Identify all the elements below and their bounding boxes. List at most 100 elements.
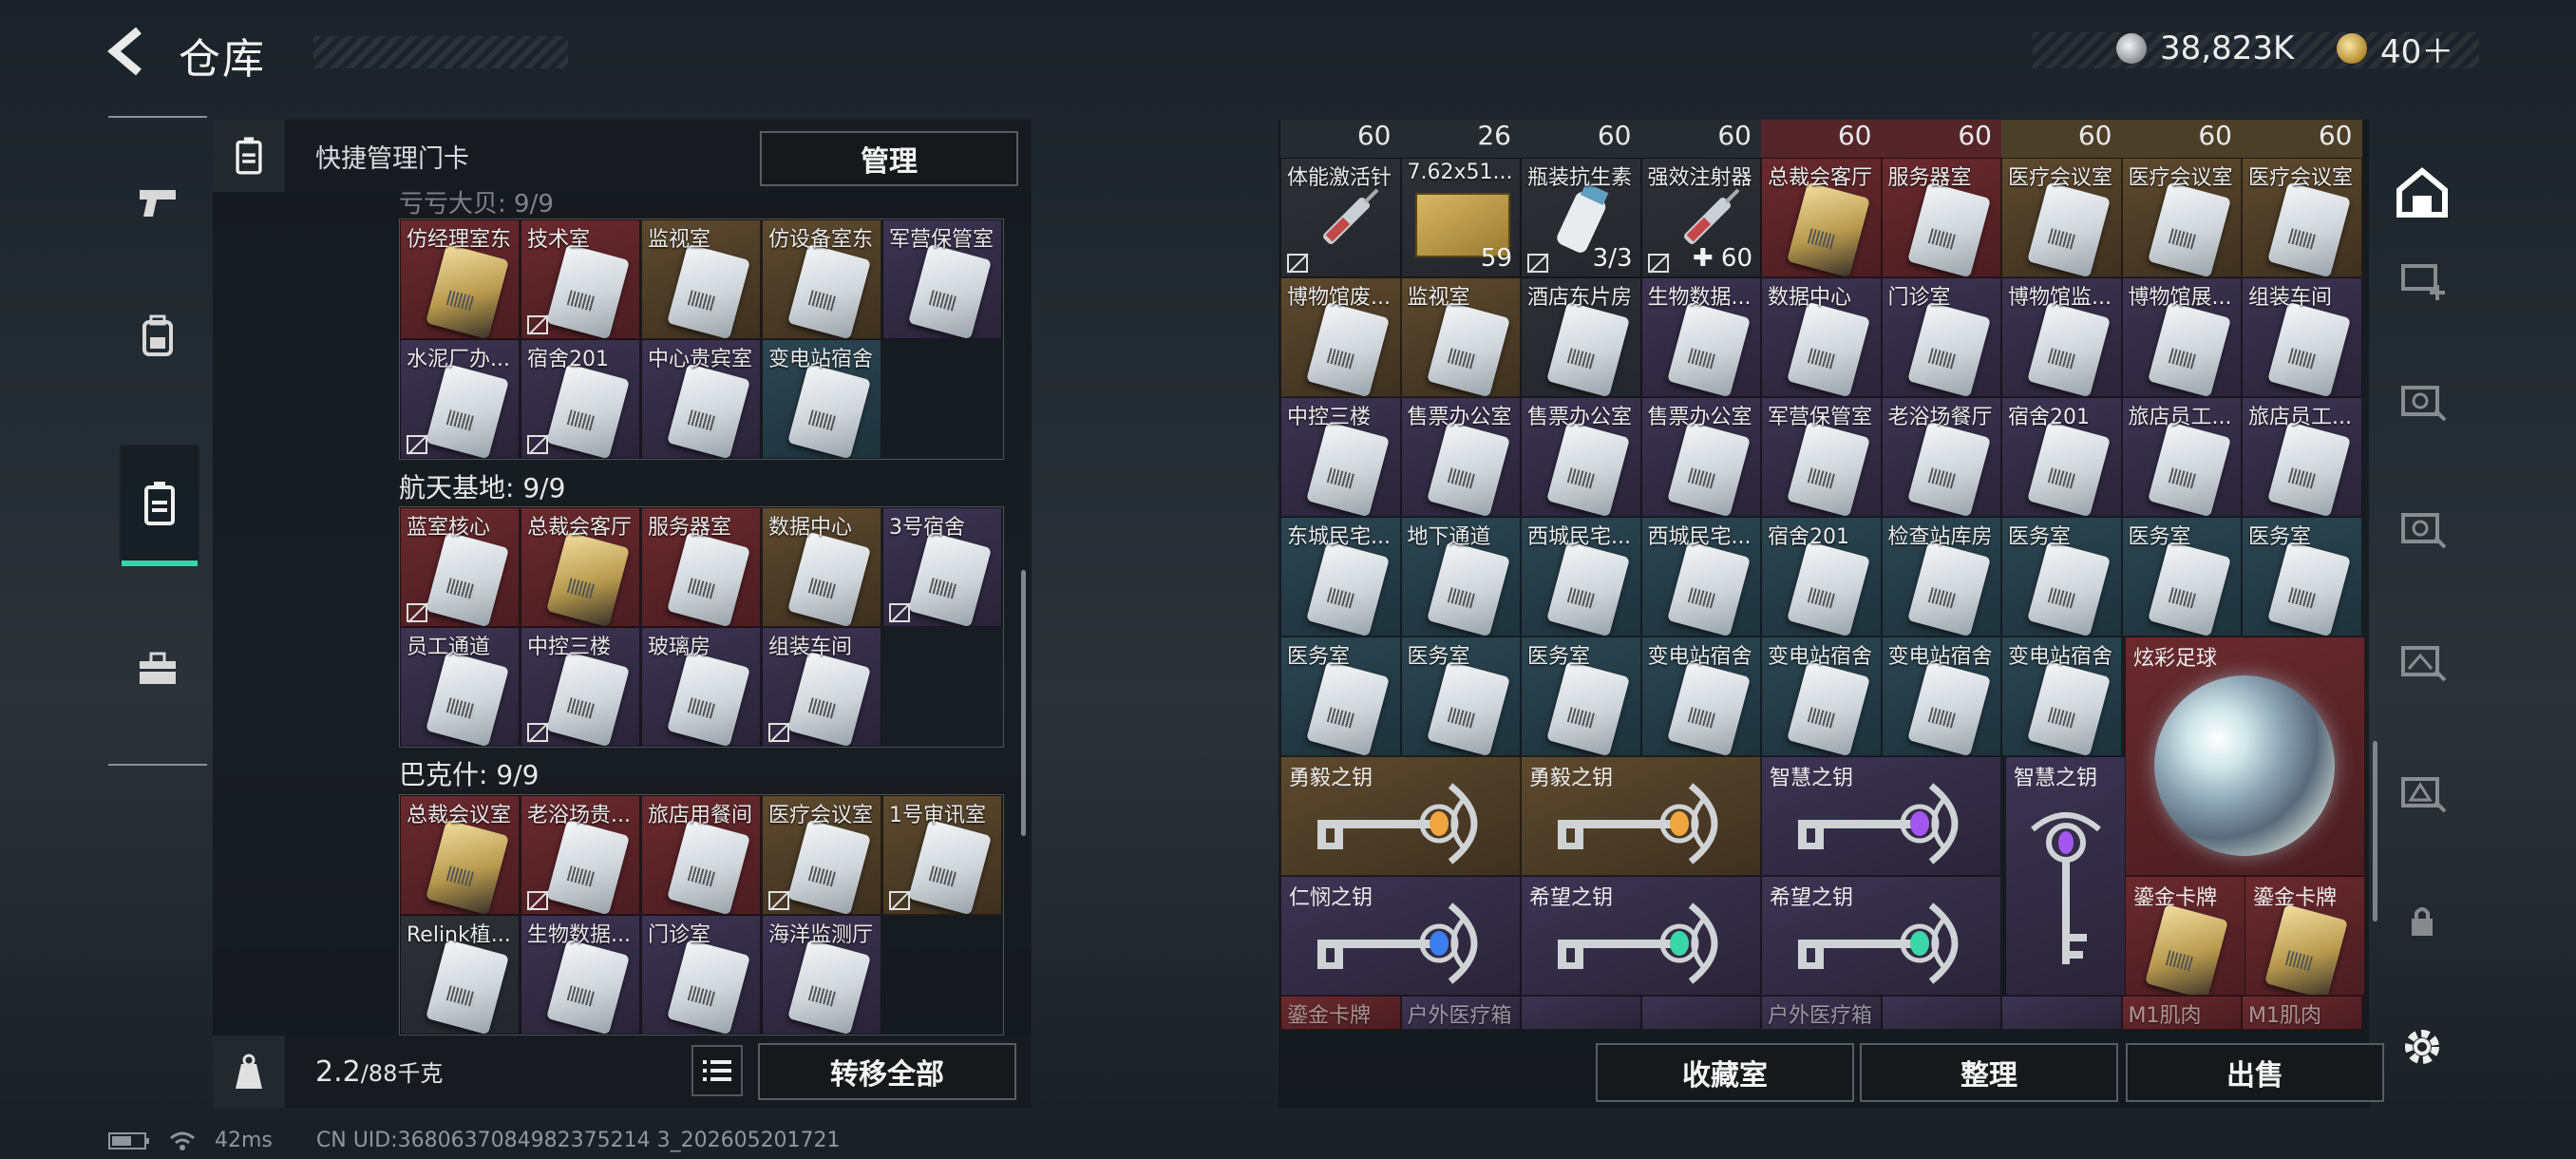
storage-item-partial[interactable] (2001, 996, 2122, 1030)
storage-item-key[interactable]: 勇毅之钥 (1521, 756, 1761, 876)
storage-item[interactable]: 医务室 (2001, 517, 2122, 636)
storage-item-key[interactable]: 希望之钥 (1521, 876, 1761, 996)
storage-tab-6[interactable] (2394, 500, 2451, 557)
keycard-slot[interactable]: 门诊室 (641, 915, 761, 1035)
locked-tab[interactable] (2394, 893, 2451, 950)
transfer-all-button[interactable]: 转移全部 (758, 1043, 1016, 1100)
storage-item[interactable]: 变电站宿舍 (1640, 636, 1761, 756)
nav-supplies[interactable] (120, 612, 196, 726)
storage-item[interactable]: 西城民宅... (1521, 517, 1641, 636)
storage-item[interactable]: 旅店员工... (2242, 397, 2362, 517)
manage-button[interactable]: 管理 (760, 131, 1018, 186)
storage-item[interactable]: 检查站库房 (1881, 517, 2001, 636)
keycard-slot[interactable]: 中心贵宾室 (641, 339, 761, 459)
storage-item[interactable]: 宿舍201 (2001, 397, 2122, 517)
storage-item[interactable]: 酒店东片房 (1521, 277, 1641, 397)
sell-button[interactable]: 出售 (2126, 1043, 2384, 1102)
keycard-slot[interactable]: 技术室 (521, 219, 640, 339)
storage-item-partial[interactable]: 鎏金卡牌 (1280, 996, 1401, 1030)
storage-home-tab[interactable] (2394, 163, 2451, 220)
keycard-slot[interactable]: 服务器室 (641, 507, 761, 627)
storage-tab-7[interactable] (2394, 633, 2451, 690)
settings-button[interactable] (2394, 1018, 2451, 1075)
storage-item[interactable]: 医疗会议室 (2242, 158, 2362, 277)
back-button[interactable] (106, 27, 154, 80)
keycard-slot[interactable]: 3号宿舍 (882, 507, 1002, 627)
storage-item-ball[interactable]: 炫彩足球 (2125, 636, 2365, 876)
storage-item-partial[interactable] (1521, 996, 1641, 1030)
keycard-slot[interactable]: 变电站宿舍 (762, 339, 881, 459)
storage-item[interactable]: 博物馆展... (2121, 277, 2242, 397)
storage-item[interactable]: 博物馆监... (2001, 277, 2122, 397)
keycard-slot[interactable]: 1号审讯室 (882, 795, 1002, 915)
storage-item[interactable]: 门诊室 (1881, 277, 2001, 397)
keycard-slot[interactable]: 老浴场贵... (521, 795, 640, 915)
storage-item[interactable]: 7.62x51... 59 (1400, 158, 1521, 277)
storage-item[interactable]: 医疗会议室 (2001, 158, 2122, 277)
storage-item[interactable]: 军营保管室 (1761, 397, 1882, 517)
storage-item[interactable]: 西城民宅... (1640, 517, 1761, 636)
storage-tab-5[interactable] (2394, 372, 2451, 429)
storage-item[interactable]: 医疗会议室 (2121, 158, 2242, 277)
storage-item[interactable]: 医务室 (1400, 636, 1521, 756)
keycard-slot[interactable]: 海洋监测厅 (762, 915, 881, 1035)
storage-item-partial[interactable] (1640, 996, 1761, 1030)
nav-weapons[interactable] (120, 146, 196, 260)
storage-item[interactable]: 宿舍201 (1761, 517, 1882, 636)
storage-item-partial[interactable]: 户外医疗箱 (1400, 996, 1521, 1030)
storage-item-key[interactable]: 希望之钥 (1761, 876, 2001, 996)
storage-item[interactable]: 生物数据... (1640, 277, 1761, 397)
keycard-slot[interactable]: 玻璃房 (641, 627, 761, 747)
keycard-slot[interactable]: 总裁会客厅 (521, 507, 640, 627)
storage-item[interactable]: 变电站宿舍 (1761, 636, 1882, 756)
sort-button[interactable]: 整理 (1860, 1043, 2118, 1102)
nav-equipment[interactable] (120, 279, 196, 393)
keycard-slot[interactable]: 水泥厂办... (400, 339, 520, 459)
storage-item[interactable]: 瓶装抗生素 3/3 (1521, 158, 1641, 277)
keycard-slot[interactable]: 军营保管室 (882, 219, 1002, 339)
storage-item[interactable]: 地下通道 (1400, 517, 1521, 636)
currency-gold[interactable]: 40＋ (2337, 27, 2453, 71)
storage-item[interactable]: 体能激活针 (1280, 158, 1401, 277)
keycard-slot[interactable]: 总裁会议室 (400, 795, 520, 915)
storage-item-key[interactable]: 勇毅之钥 (1280, 756, 1521, 876)
storage-item[interactable]: 售票办公室 (1640, 397, 1761, 517)
storage-item-partial[interactable]: 户外医疗箱 (1761, 996, 1882, 1030)
storage-item[interactable]: 服务器室 (1881, 158, 2001, 277)
storage-item-gold-card-1[interactable]: 鎏金卡牌 (2125, 876, 2245, 996)
keycard-slot[interactable]: 仿设备室东 (762, 219, 881, 339)
keycard-slot[interactable]: 医疗会议室 (762, 795, 881, 915)
storage-item[interactable]: 博物馆废... (1280, 277, 1401, 397)
nav-keycards[interactable] (120, 445, 199, 566)
currency-silver[interactable]: 38,823K (2116, 27, 2294, 70)
keycard-slot[interactable]: 宿舍201 (521, 339, 640, 459)
storage-tab-4[interactable] (2394, 247, 2451, 304)
storage-item[interactable]: 中控三楼 (1280, 397, 1401, 517)
storage-item[interactable]: 旅店员工... (2121, 397, 2242, 517)
storage-item[interactable]: 数据中心 (1761, 277, 1882, 397)
keycard-slot[interactable]: Relink植... (400, 915, 520, 1035)
storage-item[interactable]: 医务室 (1280, 636, 1401, 756)
storage-item[interactable]: 组装车间 (2242, 277, 2362, 397)
storage-item[interactable]: 医务室 (2242, 517, 2362, 636)
storage-item[interactable]: 医务室 (2121, 517, 2242, 636)
collection-room-button[interactable]: 收藏室 (1596, 1043, 1854, 1102)
right-scrollbar[interactable] (2373, 741, 2377, 922)
storage-item-partial[interactable]: M1肌肉 (2242, 996, 2362, 1030)
keycard-slot[interactable]: 员工通道 (400, 627, 520, 747)
storage-item[interactable]: 东城民宅... (1280, 517, 1401, 636)
storage-item-key[interactable]: 智慧之钥 (1761, 756, 2001, 876)
storage-item[interactable]: 监视室 (1400, 277, 1521, 397)
storage-item[interactable]: 变电站宿舍 (2001, 636, 2122, 756)
keycard-slot[interactable]: 生物数据... (521, 915, 640, 1035)
storage-tab-8[interactable] (2394, 764, 2451, 821)
list-view-button[interactable] (691, 1045, 743, 1096)
keycard-slot[interactable]: 中控三楼 (521, 627, 640, 747)
keycard-slot[interactable]: 组装车间 (762, 627, 881, 747)
storage-item-tall-key[interactable]: 智慧之钥 (2005, 756, 2126, 996)
keycard-slot[interactable]: 旅店用餐间 (641, 795, 761, 915)
storage-item[interactable]: 强效注射器 ✚ 60 (1640, 158, 1761, 277)
storage-item[interactable]: 变电站宿舍 (1881, 636, 2001, 756)
storage-item[interactable]: 老浴场餐厅 (1881, 397, 2001, 517)
storage-item[interactable]: 售票办公室 (1521, 397, 1641, 517)
